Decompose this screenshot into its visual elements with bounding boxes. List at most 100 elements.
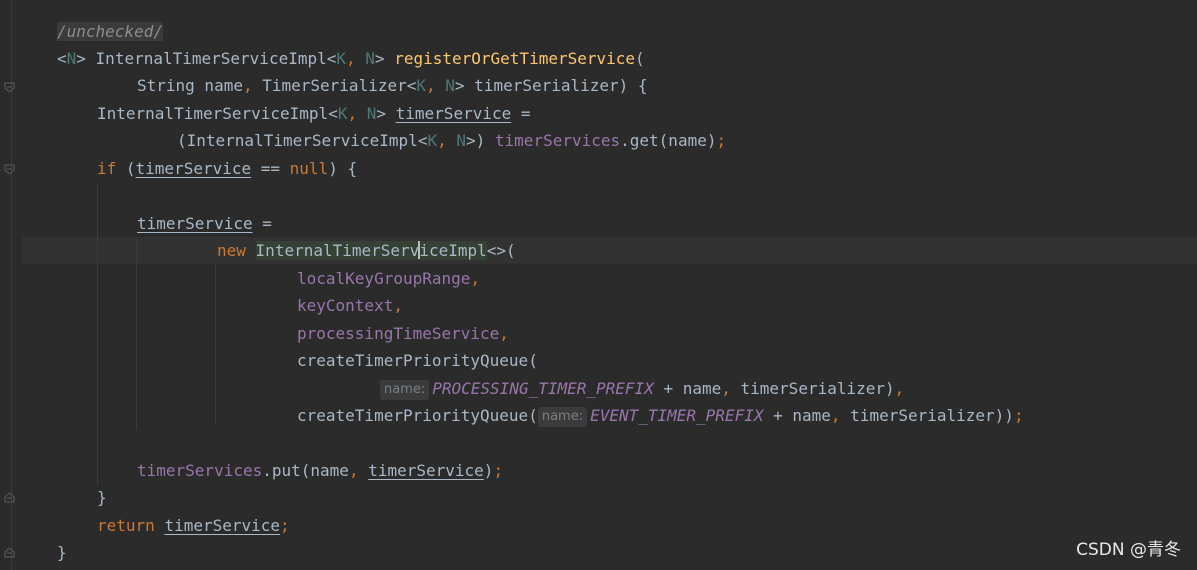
keyword: null [289,159,329,178]
token: ) [483,461,494,480]
type-param: N [445,76,455,95]
class-name-highlight: InternalTimerServiceImpl [255,241,487,260]
method-call: .get(name) [620,131,717,150]
token: , [346,49,366,68]
type-name: String [137,76,195,95]
token: > [374,49,385,68]
token: ; [1013,406,1024,425]
token: > [76,49,96,68]
code-line-6: if (timerService == null) { [97,155,357,182]
field-name: localKeyGroupRange [297,269,471,288]
type-param: N [366,104,377,123]
token: , [437,131,457,150]
indent-guide [136,240,137,430]
code-line-3: String name, TimerSerializer<K, N> timer… [137,72,648,99]
token: ; [493,461,504,480]
fold-close-icon[interactable] [4,492,15,503]
token: + name [653,379,722,398]
keyword: return [97,516,155,535]
code-line-12: processingTimeService, [297,320,509,347]
code-line-1: /unchecked/ [57,18,163,45]
code-line-14: name: PROCESSING_TIMER_PREFIX + name, tim… [380,375,904,402]
brace: } [57,543,67,562]
code-line-10: localKeyGroupRange, [297,265,480,292]
type-param: K [336,49,347,68]
code-line-5: (InternalTimerServiceImpl<K, N>) timerSe… [177,127,726,154]
local-variable: timerService [368,461,484,480]
token: , [499,324,509,343]
type-name: InternalTimerServiceImpl< [97,104,338,123]
code-line-17: timerServices.put(name, timerService); [137,457,503,484]
token: , [347,104,367,123]
token: == [251,159,290,178]
parameter-hint: name: [537,407,588,427]
code-line-4: InternalTimerServiceImpl<K, N> timerServ… [97,100,531,127]
token: ( [116,159,136,178]
local-variable: timerService [395,104,512,123]
code-line-15: createTimerPriorityQueue(name: EVENT_TIME… [297,402,1024,429]
type-name: TimerSerializer< [262,76,417,95]
constant: PROCESSING_TIMER_PREFIX [432,379,654,398]
field-name: timerServices [494,131,621,150]
field-name: timerServices [137,461,263,480]
token: < [57,49,67,68]
cast: (InternalTimerServiceImpl< [177,131,428,150]
type-param: N [456,131,466,150]
token: timerSerializer)) [850,406,1014,425]
brace: } [97,488,107,507]
field-name: processingTimeService [297,324,500,343]
token: > [376,104,396,123]
token: ; [716,131,727,150]
token: <>( [486,241,516,260]
class-name: InternalTimerServ [255,241,420,260]
method-name: registerOrGetTimerService [394,49,636,68]
type-param: K [427,131,438,150]
token: < [326,49,337,68]
local-variable: timerService [164,516,281,535]
type-param: N [66,49,77,68]
keyword: new [217,241,246,260]
token: , [242,76,263,95]
code-line-18: } [97,484,107,511]
caret-row-highlight [22,237,1197,264]
token: ) { [328,159,358,178]
code-line-8: timerService = [137,210,272,237]
token: ( [635,49,645,68]
local-variable: timerService [135,159,252,178]
token: = [511,104,531,123]
local-variable: timerService [137,214,253,233]
code-line-2: <N> InternalTimerServiceImpl<K, N> regis… [57,45,645,72]
token: , [348,461,369,480]
token: , [830,406,851,425]
method-call: createTimerPriorityQueue( [297,406,538,425]
parameter-hint: name: [380,380,430,400]
token: , [470,269,481,288]
token: , [894,379,905,398]
code-line-20: } [57,539,67,566]
method-call: createTimerPriorityQueue( [297,351,538,370]
fold-open-icon[interactable] [4,82,15,93]
code-line-19: return timerService; [97,512,290,539]
code-line-11: keyContext, [297,292,403,319]
watermark: CSDN @青冬 [1076,540,1181,560]
fold-open-icon[interactable] [4,164,15,175]
type-param: N [365,49,375,68]
class-name: InternalTimerServiceImpl [95,49,327,68]
fold-close-icon[interactable] [4,547,15,558]
code-line-13: createTimerPriorityQueue( [297,347,538,374]
param-name: name [194,76,243,95]
token: , [426,76,446,95]
class-name: iceImpl [419,241,487,260]
code-line-9: new InternalTimerServiceImpl<>( [217,237,516,264]
token: , [721,379,741,398]
token: = [252,214,272,233]
field-name: keyContext [297,296,394,315]
editor-gutter [0,0,22,570]
method-call: .put(name [262,461,349,480]
type-param: K [416,76,426,95]
token: , [393,296,403,315]
token: > timerSerializer) { [454,76,648,95]
indent-guide [97,185,98,485]
token: + name [763,406,831,425]
